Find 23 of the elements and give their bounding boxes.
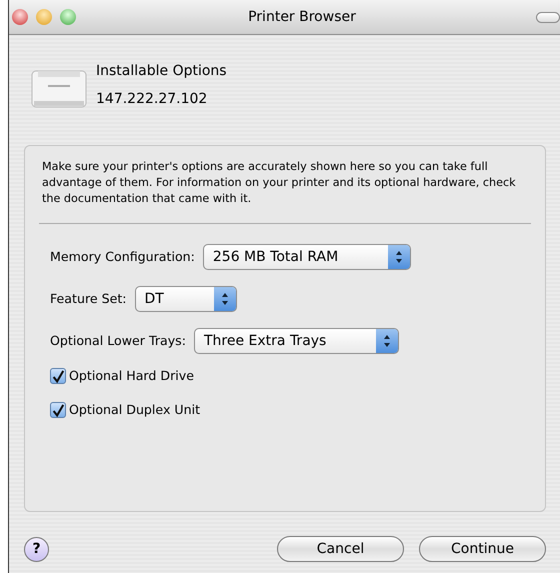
popup-menu[interactable]: Three Extra Trays [194, 328, 400, 354]
printer-address: 147.222.27.102 [96, 90, 208, 109]
window-title: Printer Browser [247, 8, 357, 26]
cancel-button[interactable]: Cancel [277, 536, 404, 562]
checkbox[interactable] [50, 368, 66, 384]
field-label: Memory Configuration: [50, 248, 195, 266]
zoom-button[interactable] [60, 9, 76, 25]
popup-menu[interactable]: 256 MB Total RAM [202, 244, 412, 270]
up-down-arrows-icon [376, 329, 398, 353]
close-button[interactable] [12, 9, 28, 25]
toolbar-toggle-button[interactable] [536, 12, 560, 22]
instructions-text: Make sure your printer's options are accurately shown here so you can take full advantage of them. For information on your printer and its optional hardware, check the documentation that came with it. [41, 159, 517, 207]
dialog-title: Installable Options [96, 62, 227, 81]
up-down-arrows-icon [388, 245, 410, 269]
field-label: Optional Lower Trays: [50, 332, 186, 350]
popup-menu[interactable]: DT [134, 286, 237, 312]
continue-button[interactable]: Continue [419, 536, 546, 562]
help-button[interactable]: ? [24, 536, 49, 562]
checkbox-label: Optional Duplex Unit [69, 400, 200, 419]
up-down-arrows-icon [214, 287, 236, 311]
checkbox[interactable] [50, 402, 66, 418]
field-label: Feature Set: [50, 290, 127, 308]
checkbox-label: Optional Hard Drive [69, 367, 194, 385]
